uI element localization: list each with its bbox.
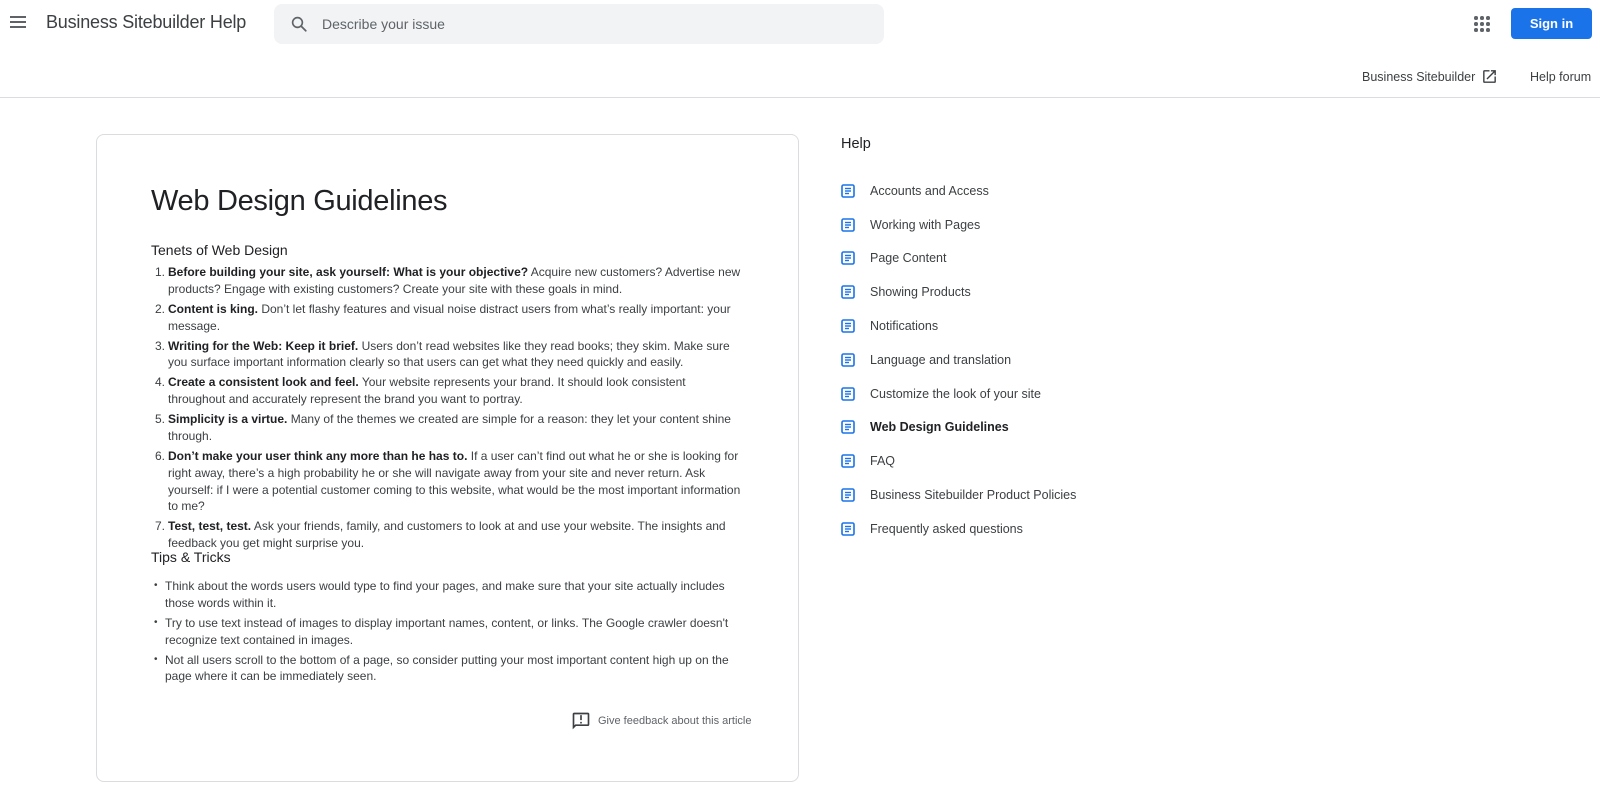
tenet-item: 2. Content is king. Don’t let flashy feat…: [151, 301, 741, 335]
article-card: Web Design Guidelines Tenets of Web Desi…: [96, 134, 799, 782]
tenet-title: Before building your site, ask yourself:…: [168, 265, 529, 279]
top-header: Business Sitebuilder Help Sign in: [0, 0, 1600, 48]
help-item-label: Business Sitebuilder Product Policies: [870, 488, 1077, 503]
help-item-label: Accounts and Access: [870, 183, 989, 198]
tenets-list: 1. Before building your site, ask yoursel…: [151, 264, 741, 555]
help-item-notifications[interactable]: Notifications: [841, 309, 1076, 343]
article-icon: [841, 420, 855, 435]
bullet: •: [154, 580, 158, 591]
tenet-item: 6. Don’t make your user think any more th…: [151, 448, 741, 515]
article-icon: [841, 217, 855, 232]
article-title: Web Design Guidelines: [151, 185, 448, 217]
bullet: •: [154, 616, 158, 628]
tenet-title: Content is king.: [168, 301, 258, 316]
tips-list: • Think about the words users would type …: [151, 578, 741, 688]
tenet-item: 5. Simplicity is a virtue. Many of the th…: [151, 411, 741, 445]
article-icon: [841, 319, 855, 333]
tenet-text: Ask your friends, family, and customers …: [168, 519, 726, 551]
tenet-number: 6.: [155, 448, 166, 463]
hamburger-menu-icon[interactable]: [8, 12, 28, 32]
article-icon: [841, 251, 855, 266]
help-item-page-content[interactable]: Page Content: [841, 242, 1076, 276]
help-item-product-policies[interactable]: Business Sitebuilder Product Policies: [841, 478, 1076, 512]
tenet-item: 7. Test, test, test. Ask your friends, fa…: [151, 518, 741, 552]
sub-navigation: Business Sitebuilder Help forum: [0, 48, 1600, 98]
tenet-number: 4.: [155, 375, 166, 390]
help-item-showing-products[interactable]: Showing Products: [841, 275, 1076, 309]
app-title[interactable]: Business Sitebuilder Help: [46, 12, 246, 33]
bullet: •: [154, 653, 158, 665]
sign-in-button[interactable]: Sign in: [1511, 8, 1592, 39]
open-in-new-icon[interactable]: [1481, 68, 1498, 85]
help-item-customize-look[interactable]: Customize the look of your site: [841, 377, 1076, 411]
help-item-frequently-asked-questions[interactable]: Frequently asked questions: [841, 512, 1076, 546]
help-forum-link[interactable]: Help forum: [1530, 70, 1591, 84]
article-icon: [841, 454, 855, 469]
tenet-item: 1. Before building your site, ask yoursel…: [151, 264, 741, 298]
help-item-label: Page Content: [870, 251, 947, 266]
help-item-accounts-and-access[interactable]: Accounts and Access: [841, 174, 1076, 208]
help-item-label: Customize the look of your site: [870, 386, 1041, 401]
help-item-label: Web Design Guidelines: [870, 420, 1009, 435]
help-item-web-design-guidelines[interactable]: Web Design Guidelines: [841, 411, 1076, 445]
tip-text: Think about the words users would type t…: [165, 579, 725, 610]
feedback-label: Give feedback about this article: [598, 715, 752, 727]
help-topic-list: Accounts and Access Working with Pages P…: [841, 174, 1076, 546]
help-item-label: Language and translation: [870, 352, 1012, 367]
help-title: Help: [841, 136, 871, 152]
business-sitebuilder-link[interactable]: Business Sitebuilder: [1362, 70, 1475, 84]
help-item-label: Frequently asked questions: [870, 521, 1023, 536]
help-item-label: Showing Products: [870, 285, 971, 300]
help-item-label: FAQ: [870, 454, 896, 469]
search-icon[interactable]: [290, 15, 308, 33]
tenet-number: 5.: [155, 412, 166, 427]
tip-item: • Think about the words users would type …: [151, 578, 741, 612]
feedback-icon: [572, 712, 590, 730]
article-icon: [841, 488, 855, 502]
search-input[interactable]: [322, 4, 872, 44]
help-item-faq[interactable]: FAQ: [841, 444, 1076, 478]
tenet-item: 3. Writing for the Web: Keep it brief. Us…: [151, 338, 741, 372]
article-icon: [841, 184, 855, 198]
give-feedback-link[interactable]: Give feedback about this article: [571, 711, 751, 731]
tenet-title: Test, test, test.: [168, 519, 252, 534]
tenet-title: Create a consistent look and feel.: [168, 375, 359, 390]
apps-grid-icon[interactable]: [1472, 14, 1492, 34]
article-icon: [841, 386, 855, 401]
help-item-label: Working with Pages: [870, 217, 981, 232]
article-icon: [841, 522, 855, 536]
tip-item: • Not all users scroll to the bottom of a…: [151, 652, 741, 686]
article-icon: [841, 285, 855, 300]
tip-item: • Try to use text instead of images to di…: [151, 615, 741, 649]
tip-text: Try to use text instead of images to dis…: [165, 615, 729, 647]
tenet-number: 2.: [155, 301, 166, 316]
tenet-item: 4. Create a consistent look and feel. You…: [151, 374, 741, 408]
tips-heading: Tips & Tricks: [151, 549, 231, 565]
tenet-title: Simplicity is a virtue.: [168, 412, 288, 427]
tenet-title: Writing for the Web: Keep it brief.: [168, 338, 359, 353]
help-item-label: Notifications: [870, 319, 939, 334]
tenet-title: Don’t make your user think any more than…: [168, 448, 468, 463]
tenet-number: 1.: [155, 265, 166, 279]
tenets-heading: Tenets of Web Design: [151, 242, 288, 258]
help-item-language-and-translation[interactable]: Language and translation: [841, 343, 1076, 377]
tip-text: Not all users scroll to the bottom of a …: [165, 652, 729, 684]
article-icon: [841, 353, 855, 367]
search-box[interactable]: [274, 4, 884, 44]
tenet-number: 3.: [155, 338, 166, 353]
help-item-working-with-pages[interactable]: Working with Pages: [841, 208, 1076, 242]
tenet-number: 7.: [155, 519, 166, 534]
